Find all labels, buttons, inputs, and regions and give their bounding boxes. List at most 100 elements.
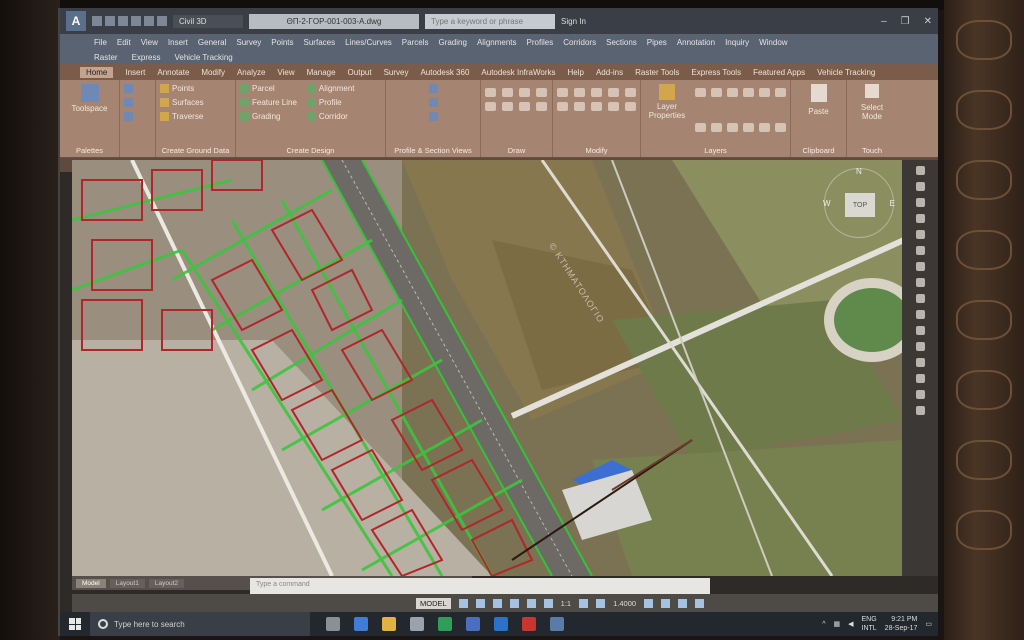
menu-item[interactable]: Surfaces: [304, 38, 336, 47]
workspace-selector[interactable]: Civil 3D: [173, 14, 243, 28]
nav-tool-icon[interactable]: [915, 246, 925, 255]
menu-item[interactable]: File: [94, 38, 107, 47]
drawing-canvas[interactable]: © ΚΤΗΜΑΤΟΛΟΓΙΟ TOP N W E: [72, 160, 904, 576]
nav-tool-icon[interactable]: [915, 390, 925, 399]
ribbon-tab[interactable]: Insert: [125, 68, 145, 77]
minimize-icon[interactable]: –: [881, 16, 887, 27]
paste-label[interactable]: Paste: [808, 107, 828, 116]
section-view-icon[interactable]: [428, 98, 438, 107]
nav-tool-icon[interactable]: [915, 262, 925, 271]
menu-item[interactable]: Pipes: [647, 38, 667, 47]
maximize-icon[interactable]: ❐: [901, 16, 910, 27]
layout-tab[interactable]: Layout2: [148, 578, 184, 588]
line-icon[interactable]: [485, 88, 496, 97]
ribbon-tab[interactable]: Survey: [384, 68, 409, 77]
help-search-input[interactable]: Type a keyword or phrase: [425, 13, 555, 29]
nav-tool-icon[interactable]: [915, 374, 925, 383]
tool-icon[interactable]: [124, 98, 133, 107]
store-icon[interactable]: [410, 617, 424, 631]
zoom-value[interactable]: 1.4000: [613, 599, 636, 608]
layer-tool-icon[interactable]: [711, 88, 722, 97]
menu-item[interactable]: Corridors: [563, 38, 596, 47]
profile-view-icon[interactable]: [428, 84, 438, 93]
taskbar-search[interactable]: Type here to search: [90, 612, 310, 636]
layer-tool-icon[interactable]: [775, 88, 786, 97]
autocad-icon[interactable]: [494, 617, 508, 631]
select-mode-label[interactable]: Select Mode: [857, 103, 887, 121]
nav-tool-icon[interactable]: [915, 278, 925, 287]
edge-icon[interactable]: [354, 617, 368, 631]
ribbon-tab[interactable]: Express Tools: [691, 68, 741, 77]
ribbon-tab[interactable]: Vehicle Tracking: [817, 68, 875, 77]
menu-item[interactable]: Sections: [606, 38, 637, 47]
nav-tool-icon[interactable]: [915, 326, 925, 335]
layer-tool-icon[interactable]: [695, 123, 706, 132]
showmotion-icon[interactable]: [915, 214, 925, 223]
ribbon-tab[interactable]: Help: [568, 68, 584, 77]
sample-lines-icon[interactable]: [428, 112, 438, 121]
ribbon-tab[interactable]: Output: [348, 68, 372, 77]
ribbon-tab[interactable]: Featured Apps: [753, 68, 805, 77]
file-explorer-icon[interactable]: [382, 617, 396, 631]
surfaces-button[interactable]: Surfaces: [160, 98, 231, 107]
app-icon[interactable]: [550, 617, 564, 631]
layer-tool-icon[interactable]: [743, 123, 754, 132]
command-line[interactable]: Type a command: [250, 578, 710, 594]
nav-tool-icon[interactable]: [915, 294, 925, 303]
menu-item[interactable]: Lines/Curves: [345, 38, 392, 47]
menu-item[interactable]: Parcels: [402, 38, 429, 47]
ortho-icon[interactable]: [492, 598, 502, 608]
save-icon[interactable]: [118, 16, 128, 26]
ribbon-tab[interactable]: Manage: [307, 68, 336, 77]
clock[interactable]: 9:21 PM 28-Sep-17: [885, 615, 918, 633]
layer-tool-icon[interactable]: [695, 88, 706, 97]
add-icon[interactable]: [596, 598, 606, 608]
settings-gear-icon[interactable]: [579, 598, 589, 608]
grading-button[interactable]: Grading: [240, 112, 297, 121]
ribbon-tab[interactable]: View: [277, 68, 294, 77]
nav-tool-icon[interactable]: [915, 406, 925, 415]
menu-item[interactable]: Edit: [117, 38, 131, 47]
mirror-icon[interactable]: [625, 88, 636, 97]
notifications-icon[interactable]: ▭: [925, 620, 932, 628]
sign-in-button[interactable]: Sign In: [561, 17, 586, 26]
nav-tool-icon[interactable]: [915, 310, 925, 319]
menu-item[interactable]: Survey: [236, 38, 261, 47]
print-icon[interactable]: [131, 16, 141, 26]
layer-tool-icon[interactable]: [759, 123, 770, 132]
network-icon[interactable]: ▦: [833, 620, 840, 628]
arc-icon[interactable]: [519, 88, 530, 97]
nav-tool-icon[interactable]: [915, 358, 925, 367]
volume-icon[interactable]: ◀: [848, 620, 853, 628]
layer-tool-icon[interactable]: [727, 88, 738, 97]
task-view-icon[interactable]: [326, 617, 340, 631]
menu-item[interactable]: Profiles: [527, 38, 554, 47]
menu-item[interactable]: Alignments: [477, 38, 517, 47]
ribbon-tab[interactable]: Home: [80, 66, 114, 78]
copy-icon[interactable]: [608, 88, 619, 97]
acrobat-icon[interactable]: [522, 617, 536, 631]
polyline-icon[interactable]: [502, 88, 513, 97]
customize-icon[interactable]: [695, 598, 705, 608]
menu-item[interactable]: Raster: [94, 53, 118, 62]
ribbon-tab[interactable]: Raster Tools: [635, 68, 679, 77]
trim-icon[interactable]: [591, 88, 602, 97]
redo-icon[interactable]: [157, 16, 167, 26]
parcel-button[interactable]: Parcel: [240, 84, 297, 93]
feature-line-button[interactable]: Feature Line: [240, 98, 297, 107]
profile-button[interactable]: Profile: [306, 98, 355, 107]
menu-item[interactable]: Points: [271, 38, 293, 47]
menu-item[interactable]: Annotation: [677, 38, 715, 47]
orbit-icon[interactable]: [915, 198, 925, 207]
grid-icon[interactable]: [458, 598, 468, 608]
menu-item[interactable]: Inquiry: [725, 38, 749, 47]
tool-icon[interactable]: [124, 112, 133, 121]
snap-icon[interactable]: [475, 598, 485, 608]
ribbon-tab[interactable]: Annotate: [157, 68, 189, 77]
menu-item[interactable]: Express: [132, 53, 161, 62]
stretch-icon[interactable]: [574, 102, 585, 111]
zoom-icon[interactable]: [915, 182, 925, 191]
scale-icon[interactable]: [591, 102, 602, 111]
corridor-button[interactable]: Corridor: [306, 112, 355, 121]
viewcube-top-face[interactable]: TOP: [845, 193, 875, 217]
